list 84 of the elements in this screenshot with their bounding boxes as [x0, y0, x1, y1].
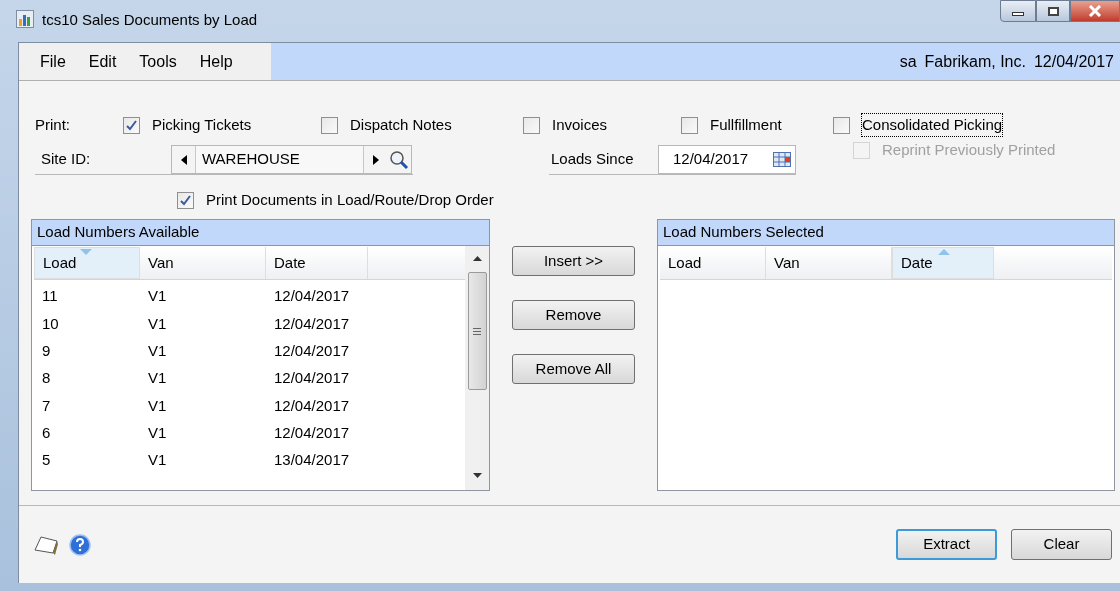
- chart-icon: [16, 10, 34, 28]
- list-row[interactable]: 11 V1 12/04/2017: [34, 283, 465, 311]
- transfer-button[interactable]: Insert >>: [512, 246, 635, 276]
- site-id-label: Site ID:: [40, 148, 92, 169]
- table-cell-text: V1: [147, 341, 168, 361]
- menu-item[interactable]: Help: [199, 49, 233, 74]
- list-row[interactable]: 10 V1 12/04/2017: [34, 310, 465, 338]
- checkbox-label: Print Documents in Load/Route/Drop Order: [206, 189, 494, 210]
- calendar-icon: [773, 152, 791, 167]
- table-cell-text: 12/04/2017: [273, 395, 351, 416]
- column-header[interactable]: Load: [660, 247, 766, 279]
- menu-item[interactable]: File: [40, 49, 66, 74]
- site-id-field[interactable]: WAREHOUSE: [171, 145, 412, 174]
- minimize-button[interactable]: [1000, 0, 1036, 22]
- checkbox[interactable]: [123, 116, 140, 134]
- sort-descending-icon: [80, 249, 92, 255]
- window-title: tcs10 Sales Documents by Load: [42, 10, 258, 30]
- table-cell-text: 6: [41, 422, 52, 443]
- checkbox[interactable]: [321, 116, 338, 134]
- user-name: sa: [899, 51, 917, 72]
- scrollbar[interactable]: [465, 246, 489, 490]
- checkbox[interactable]: [177, 191, 194, 209]
- table-cell-text: V1: [147, 368, 168, 389]
- print-label: Print:: [35, 114, 71, 135]
- table-cell-text: V1: [147, 422, 168, 443]
- transfer-button[interactable]: Remove: [512, 300, 635, 330]
- user-date: 12/04/2017: [1033, 51, 1114, 72]
- list-title: Load Numbers Available: [32, 220, 489, 246]
- checkbox[interactable]: [523, 116, 540, 134]
- list-title: Load Numbers Selected: [658, 220, 1114, 246]
- table-cell-text: 12/04/2017: [273, 422, 351, 443]
- table-cell-text: V1: [147, 450, 168, 471]
- checkbox-label: Reprint Previously Printed: [882, 140, 1056, 160]
- scroll-down-icon: [472, 473, 482, 478]
- list-row[interactable]: 8 V1 12/04/2017: [34, 364, 465, 393]
- help-icon[interactable]: [69, 533, 91, 556]
- transfer-button[interactable]: Remove All: [512, 354, 635, 384]
- left-triangle-icon: [180, 154, 187, 165]
- loads-since-label: Loads Since: [550, 148, 635, 169]
- maximize-button[interactable]: [1036, 0, 1070, 22]
- right-triangle-icon: [372, 154, 379, 165]
- scroll-up-icon: [472, 256, 482, 261]
- table-cell-text: 8: [41, 368, 52, 389]
- column-header[interactable]: Van: [140, 247, 266, 279]
- table-cell-text: 12/04/2017: [273, 368, 351, 389]
- list-row[interactable]: 9 V1 12/04/2017: [34, 337, 465, 365]
- checkbox-label: Invoices: [552, 114, 608, 135]
- table-cell-text: 12/04/2017: [273, 341, 351, 361]
- checkbox[interactable]: [681, 116, 698, 134]
- column-header[interactable]: Date: [892, 247, 994, 279]
- list-row[interactable]: 5 V1 13/04/2017: [34, 446, 465, 475]
- table-cell-text: V1: [147, 313, 168, 334]
- sort-ascending-icon: [938, 249, 950, 255]
- grip-icon: [473, 327, 481, 335]
- table-cell-text: 5: [41, 450, 52, 471]
- checkbox-label: Dispatch Notes: [350, 114, 452, 135]
- menu-item[interactable]: Edit: [88, 49, 117, 74]
- dialog-button[interactable]: Extract: [896, 529, 997, 560]
- checkbox-label: Fullfillment: [710, 114, 782, 135]
- checkbox[interactable]: [833, 116, 850, 134]
- table-cell-text: 10: [41, 313, 60, 334]
- close-button[interactable]: [1070, 0, 1120, 22]
- table-cell-text: 7: [41, 395, 52, 416]
- checkbox-label: Consolidated Picking: [862, 113, 1003, 137]
- menu-item[interactable]: Tools: [139, 49, 177, 74]
- list-row[interactable]: 6 V1 12/04/2017: [34, 419, 465, 447]
- company-name: Fabrikam, Inc.: [924, 51, 1026, 72]
- search-icon: [389, 149, 409, 170]
- note-icon: [33, 533, 61, 556]
- table-cell-text: 11: [41, 286, 59, 307]
- checkbox-label: Picking Tickets: [152, 114, 252, 135]
- dialog-button[interactable]: Clear: [1011, 529, 1112, 560]
- table-cell-text: 12/04/2017: [273, 313, 351, 334]
- table-cell-text: 13/04/2017: [273, 450, 351, 471]
- column-header[interactable]: Load: [34, 247, 140, 279]
- column-header[interactable]: Date: [266, 247, 368, 279]
- table-cell-text: 12/04/2017: [273, 286, 351, 307]
- table-cell-text: V1: [147, 395, 168, 416]
- loads-since-field[interactable]: 12/04/2017: [658, 145, 796, 174]
- table-cell-text: V1: [147, 286, 168, 307]
- scroll-thumb[interactable]: [467, 272, 487, 390]
- list-row[interactable]: 7 V1 12/04/2017: [34, 392, 465, 420]
- close-icon: [1088, 5, 1102, 17]
- table-cell-text: 9: [41, 341, 52, 361]
